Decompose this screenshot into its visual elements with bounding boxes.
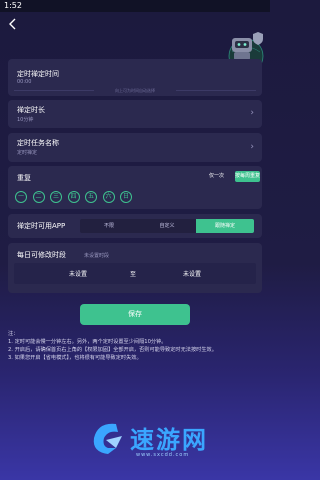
status-bar: 1:52 xyxy=(0,0,270,12)
apps-option-custom[interactable]: 自定义 xyxy=(138,219,196,233)
task-name-card[interactable]: 定时任务名称 定时禅定 › xyxy=(8,133,262,162)
schedule-time-card[interactable]: 定时禅定时间 00:00 向上可为时间自动选择 xyxy=(8,59,262,96)
daily-edit-card: 每日可修改时段 未设置时段 未设置 至 未设置 xyxy=(8,243,262,293)
weekday-wed[interactable]: 三 xyxy=(50,191,62,203)
daily-edit-range[interactable]: 未设置 至 未设置 xyxy=(14,263,256,284)
range-to-label: 至 xyxy=(130,271,137,278)
schedule-time-value: 00:00 xyxy=(17,79,32,85)
save-button[interactable]: 保存 xyxy=(80,304,190,325)
weekday-fri[interactable]: 五 xyxy=(85,191,97,203)
weekday-sun[interactable]: 日 xyxy=(120,191,132,203)
duration-value: 10分钟 xyxy=(17,117,34,123)
schedule-time-hint: 向上可为时间自动选择 xyxy=(115,88,155,93)
status-time: 1:52 xyxy=(4,1,22,10)
daily-edit-hint: 未设置时段 xyxy=(84,253,110,259)
range-start[interactable]: 未设置 xyxy=(69,269,87,278)
repeat-title: 重复 xyxy=(17,174,31,182)
daily-edit-title: 每日可修改时段 xyxy=(17,251,66,259)
watermark-logo-icon xyxy=(93,423,122,454)
available-apps-card: 禅定时可用APP 不限 自定义 跟随禅定 xyxy=(8,214,262,238)
weekday-tue[interactable]: 二 xyxy=(32,191,45,203)
watermark-logo: 速游网 www.sxcdd.com xyxy=(86,418,246,462)
available-apps-title: 禅定时可用APP xyxy=(17,222,66,230)
apps-option-follow[interactable]: 跟随禅定 xyxy=(196,219,254,233)
repeat-once-option[interactable]: 仅一次 xyxy=(204,171,229,182)
divider xyxy=(176,90,256,91)
note-item: 3. 如果您开启【省电模式】，也将很有可能导致定时失效。 xyxy=(8,355,142,361)
apps-option-unlimited[interactable]: 不限 xyxy=(80,219,138,233)
note-item: 2. 开启后，请确保首页右上角的【权限加固】全部开启，否则可能导致定时无法按时生… xyxy=(8,347,217,353)
watermark-text: 速游网 xyxy=(130,426,208,454)
weekday-picker: 一 二 三 四 五 六 日 xyxy=(15,191,132,203)
watermark-url: www.sxcdd.com xyxy=(136,452,190,458)
range-end[interactable]: 未设置 xyxy=(183,269,201,278)
notes: 注： 1. 定时可能会慢一分钟左右。另外，两个定时设置至少间隔10分钟。 2. … xyxy=(8,330,264,362)
schedule-time-title: 定时禅定时间 xyxy=(17,70,59,78)
chevron-right-icon: › xyxy=(250,142,254,152)
task-name-value: 定时禅定 xyxy=(17,150,38,156)
weekday-sat[interactable]: 六 xyxy=(102,191,115,203)
duration-title: 禅定时长 xyxy=(17,106,45,114)
apps-segmented-control: 不限 自定义 跟随禅定 xyxy=(80,219,254,233)
back-arrow-icon[interactable] xyxy=(6,17,20,31)
weekday-mon[interactable]: 一 xyxy=(15,191,27,203)
repeat-weekly-option[interactable]: 按每周重复 xyxy=(235,171,260,182)
note-item: 1. 定时可能会慢一分钟左右。另外，两个定时设置至少间隔10分钟。 xyxy=(8,339,167,345)
duration-card[interactable]: 禅定时长 10分钟 › xyxy=(8,100,262,128)
chevron-right-icon: › xyxy=(250,108,254,118)
repeat-card: 重复 仅一次 按每周重复 一 二 三 四 五 六 日 xyxy=(8,166,262,209)
weekday-thu[interactable]: 四 xyxy=(67,191,80,203)
notes-heading: 注： xyxy=(8,331,19,337)
task-name-title: 定时任务名称 xyxy=(17,139,59,147)
